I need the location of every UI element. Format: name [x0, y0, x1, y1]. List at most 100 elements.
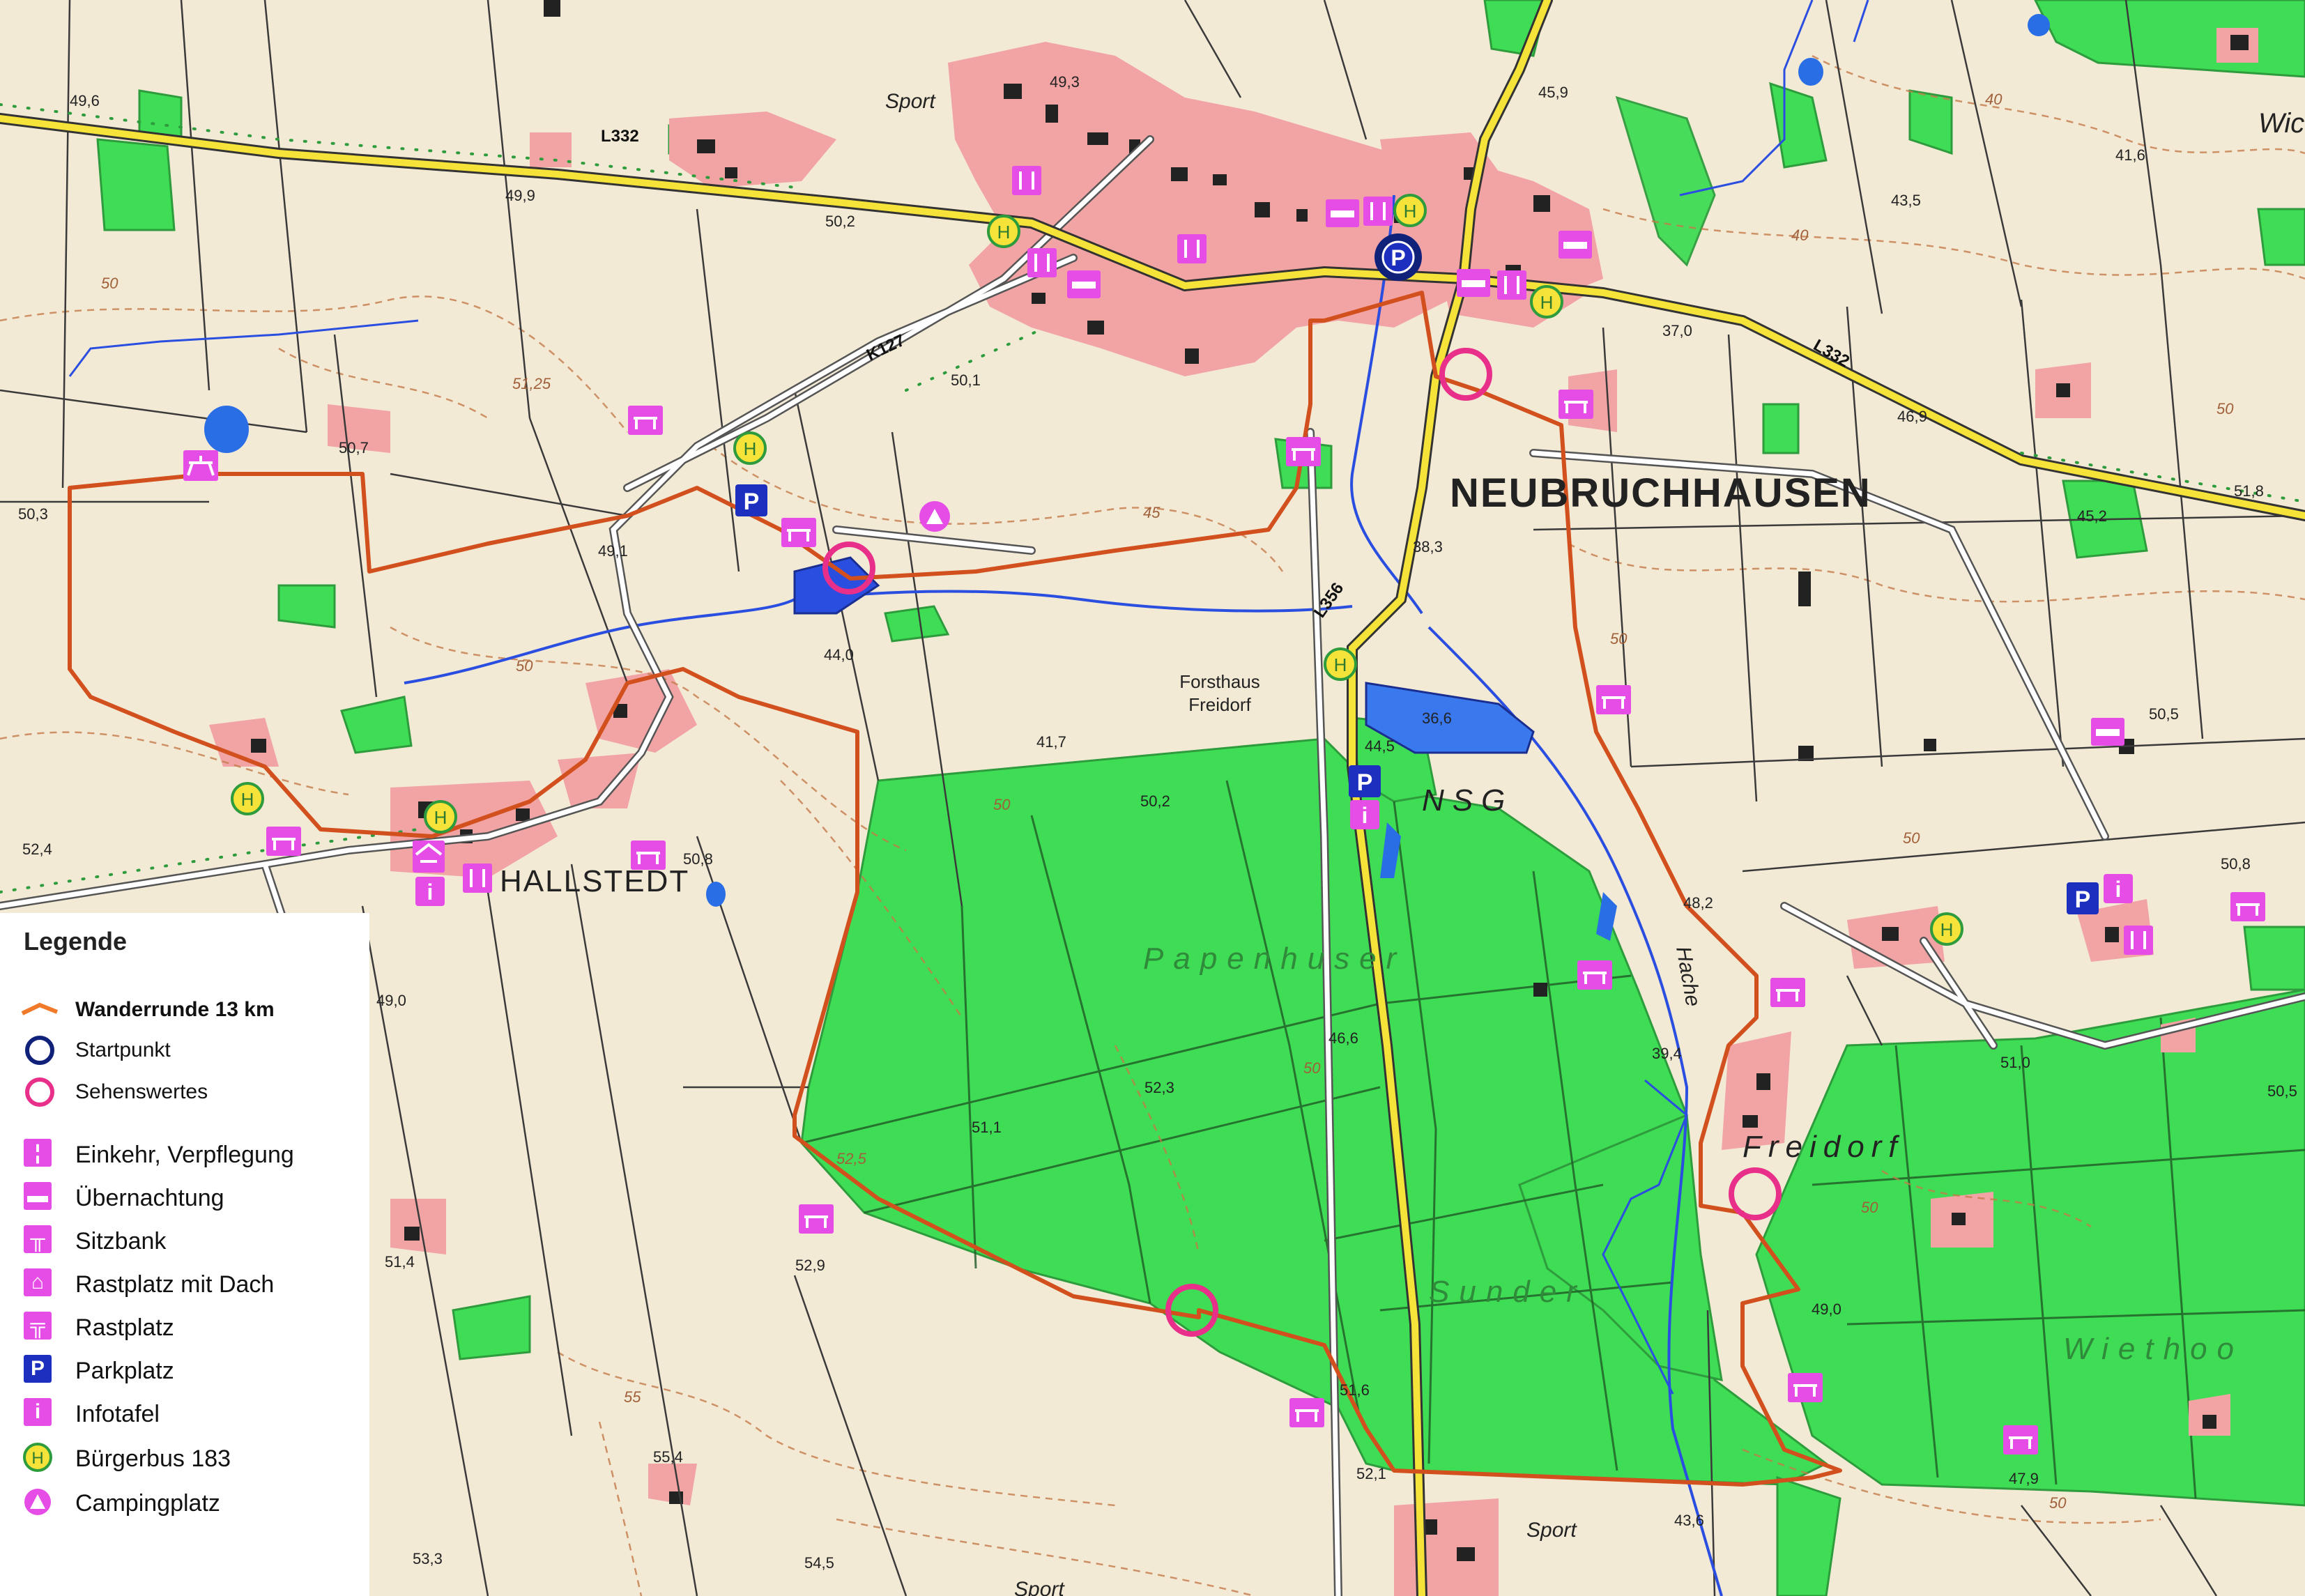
contour-label: 50: [1610, 630, 1628, 647]
lake-elevation: 36,6: [1422, 709, 1452, 727]
legend-item-info: i Infotafel: [0, 1392, 369, 1433]
svg-text:P: P: [1357, 769, 1373, 796]
elevation-point: 43,5: [1891, 192, 1921, 209]
bench-icon: [628, 406, 663, 435]
bus-stop-icon: H: [733, 431, 767, 465]
fork-knife-icon: ¦: [21, 1137, 59, 1169]
contour-label: 50: [2216, 400, 2234, 417]
bench-icon: [1788, 1373, 1823, 1402]
forsthaus-label: Forsthaus: [1179, 671, 1260, 692]
info-icon: i: [415, 877, 445, 906]
legend-panel: Legende Wanderrunde 13 km Startpunkt Seh…: [0, 913, 369, 1596]
elevation-point: 50,2: [1140, 792, 1170, 810]
svg-text:i: i: [1362, 803, 1368, 828]
svg-text:H: H: [1334, 654, 1347, 675]
elevation-point: 50,5: [2149, 705, 2179, 723]
contour-label: 40: [1791, 227, 1809, 244]
elevation-point: 50,3: [18, 505, 48, 523]
svg-text:H: H: [997, 222, 1011, 243]
town-label-neubruchhausen: NEUBRUCHHAUSEN: [1450, 470, 1871, 516]
elevation-point: 41,7: [1036, 733, 1066, 751]
contour-label: 51,25: [512, 375, 551, 392]
elevation-point: 47,9: [2009, 1470, 2039, 1487]
legend-item-bench: ╥ Sitzbank: [0, 1220, 369, 1260]
elevation-point: 39,4: [1652, 1045, 1682, 1062]
legend-item-parking: P Parkplatz: [0, 1349, 369, 1390]
bus-stop-icon: H: [1530, 285, 1563, 319]
legend-label: Sitzbank: [75, 1228, 167, 1254]
bench-icon: [1596, 685, 1631, 714]
svg-text:i: i: [427, 880, 434, 905]
info-icon: i: [1350, 800, 1379, 829]
elevation-point: 43,6: [1674, 1512, 1704, 1529]
bench-icon: [1577, 960, 1612, 990]
bench-icon: [1559, 390, 1593, 419]
picnic-table-icon: [183, 450, 218, 481]
road-label-l332: L332: [601, 127, 639, 146]
bench-icon: [781, 518, 816, 547]
info-icon: i: [2104, 874, 2133, 903]
bus-stop-icon: H: [987, 215, 1020, 248]
fork-knife-icon: [1363, 197, 1393, 226]
legend-label: Bürgerbus 183: [75, 1445, 231, 1472]
legend-item-lodging: ▬ Übernachtung: [0, 1176, 369, 1217]
contour-label: 50: [1861, 1199, 1878, 1216]
forsthaus-label-2: Freidorf: [1188, 694, 1251, 715]
elevation-point: 52,4: [22, 841, 52, 858]
fork-knife-icon: [1497, 270, 1526, 300]
contour-label: 50: [516, 657, 533, 675]
sport-label: Sport: [1014, 1578, 1065, 1596]
elevation-point: 45,9: [1538, 84, 1568, 101]
elevation-point: 49,0: [376, 992, 406, 1009]
elevation-point: 50,8: [2221, 855, 2251, 873]
legend-label: Infotafel: [75, 1401, 160, 1427]
route-line-icon: [21, 1002, 59, 1015]
legend-label: Sehenswertes: [75, 1080, 208, 1103]
elevation-point: 51,6: [1340, 1381, 1370, 1399]
legend-label: Wanderrunde 13 km: [75, 998, 275, 1021]
bus-stop-icon: H: [23, 1443, 52, 1472]
legend-label: Rastplatz: [75, 1314, 174, 1341]
bench-icon: [2230, 892, 2265, 921]
elevation-point: 49,1: [598, 542, 628, 560]
contour-label: 50: [2049, 1494, 2067, 1512]
legend-item-bus: H Bürgerbus 183: [0, 1437, 369, 1478]
svg-text:P: P: [744, 489, 760, 515]
sport-label: Sport: [885, 90, 936, 113]
fork-knife-icon: [1012, 166, 1041, 195]
elevation-point: 50,1: [951, 371, 981, 389]
svg-text:H: H: [1540, 292, 1554, 313]
elevation-point: 46,6: [1328, 1029, 1358, 1047]
elevation-point: 41,6: [2115, 146, 2145, 164]
forest-label-wiethoo: Wiethoo: [2063, 1332, 2244, 1366]
parking-icon: P: [2067, 882, 2099, 914]
contour-label: 45: [1143, 504, 1161, 521]
nsg-label: NSG: [1422, 783, 1513, 818]
elevation-point: 48,2: [1683, 894, 1713, 912]
legend-item-rest: ╦ Rastplatz: [0, 1306, 369, 1346]
elevation-point: 52,3: [1144, 1079, 1174, 1096]
contour-label: 50: [1303, 1059, 1321, 1077]
fork-knife-icon: [1027, 248, 1057, 277]
bus-stop-icon: H: [231, 782, 264, 815]
elevation-point: 49,0: [1812, 1300, 1841, 1318]
elevation-point: 44,0: [824, 646, 854, 663]
forest-label-sunder: Sunder: [1429, 1275, 1586, 1309]
parking-icon: P: [735, 484, 767, 516]
fork-knife-icon: [2124, 926, 2153, 955]
elevation-point: 50,8: [683, 850, 713, 868]
bench-icon: [1286, 437, 1321, 466]
elevation-point: 51,4: [385, 1253, 415, 1271]
elevation-point: 49,9: [505, 187, 535, 204]
legend-item-sight: Sehenswertes: [0, 1072, 369, 1112]
camping-icon: [919, 501, 950, 532]
forest-label-papenhuser: Papenhuser: [1143, 942, 1406, 976]
town-label-freidorf: Freidorf: [1743, 1130, 1904, 1164]
bed-icon: [1457, 269, 1490, 297]
start-ring-icon: [25, 1036, 54, 1065]
bed-icon: [2091, 718, 2124, 746]
elevation-point: 53,3: [413, 1550, 443, 1567]
elevation-point: 45,2: [2077, 507, 2107, 525]
svg-text:i: i: [2115, 877, 2122, 902]
sight-ring-icon: [25, 1077, 54, 1107]
